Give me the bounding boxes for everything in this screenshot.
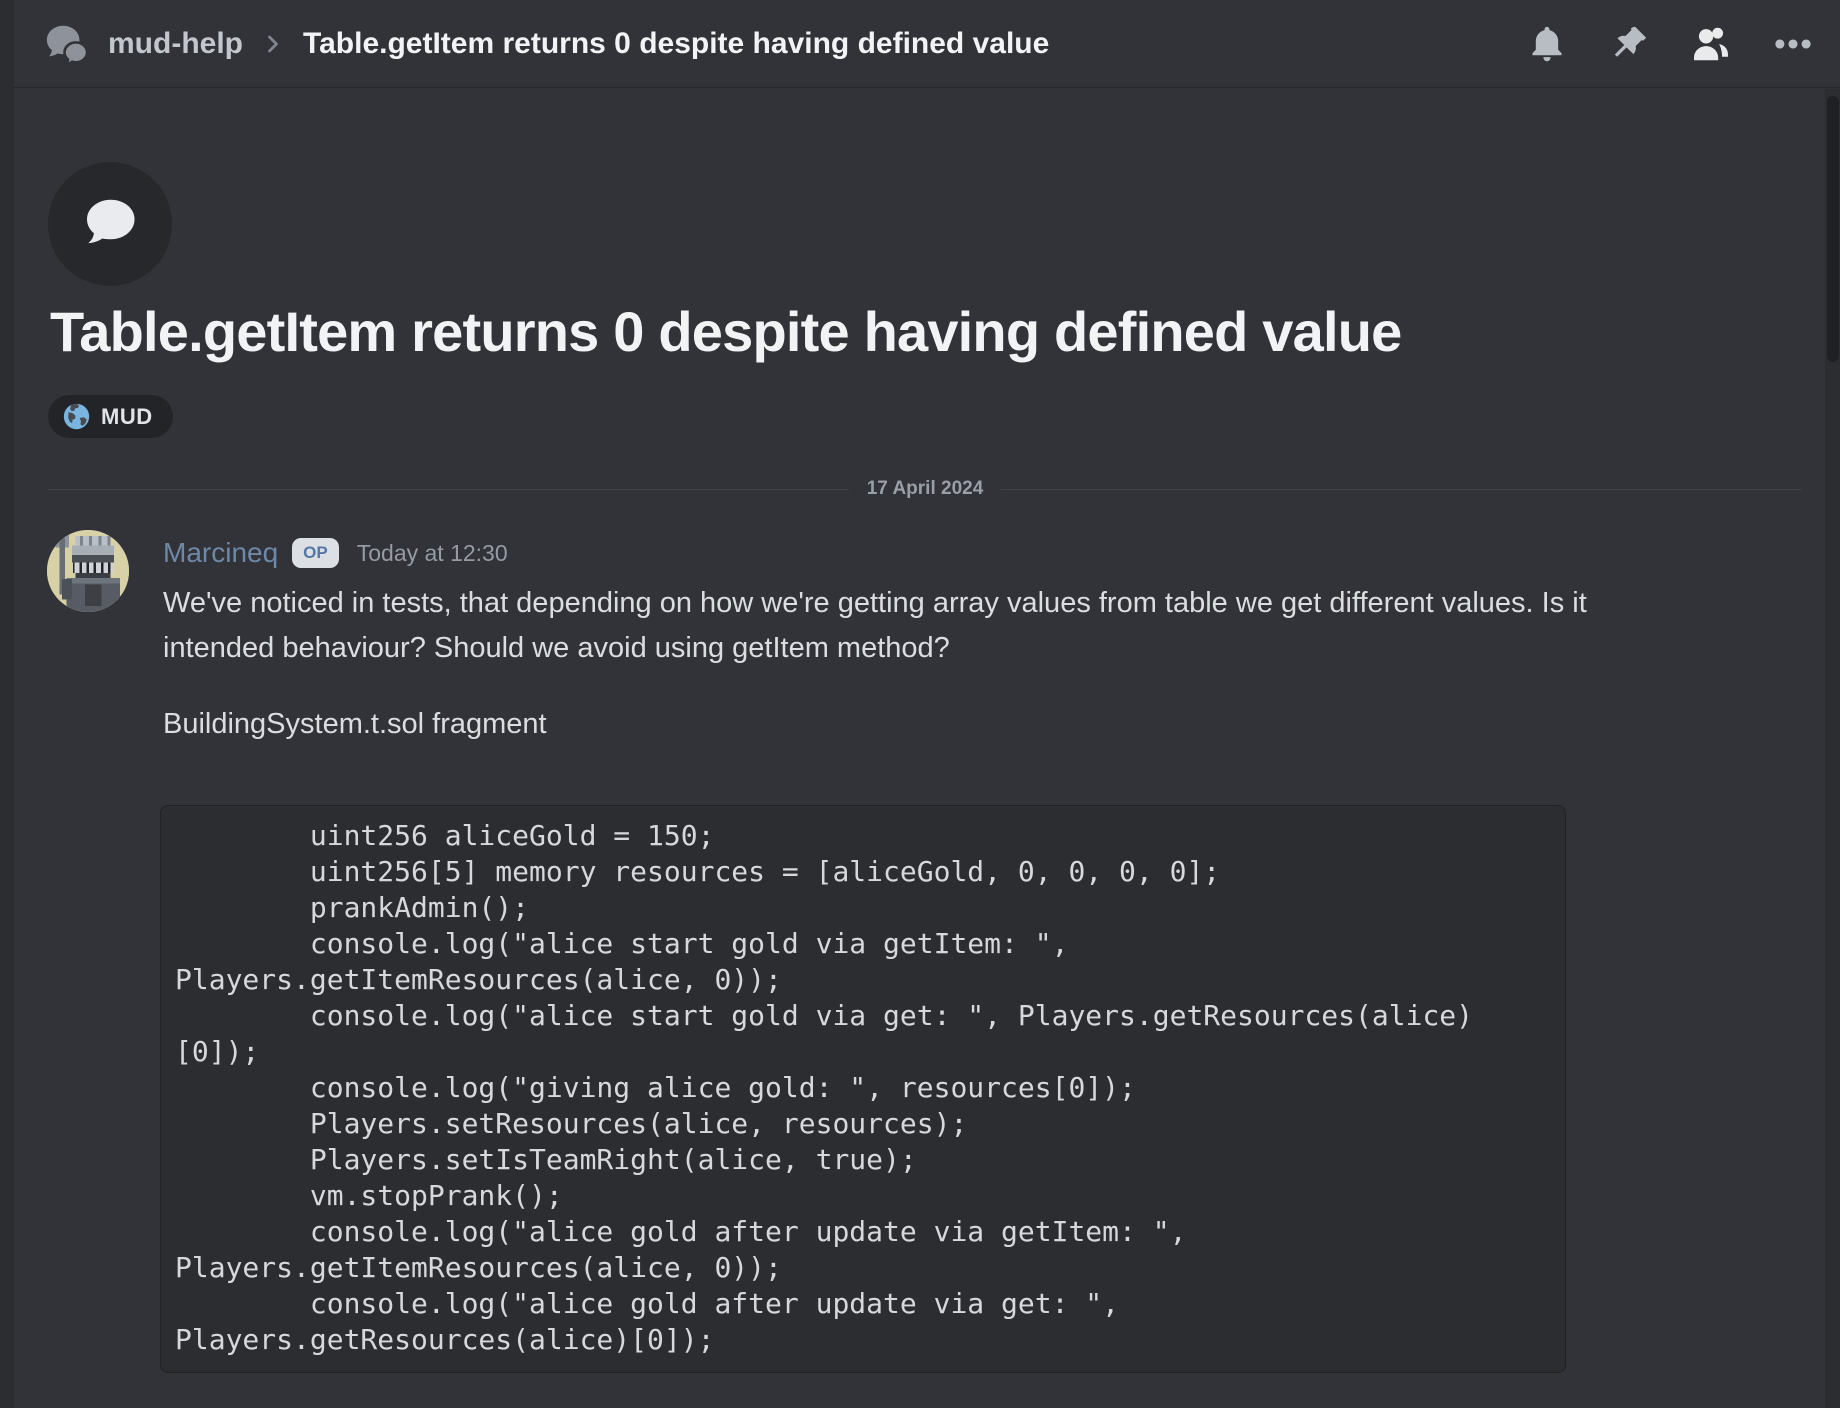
more-options-icon[interactable] bbox=[1772, 23, 1814, 65]
pixel-knight-avatar-image bbox=[47, 530, 129, 612]
message-header: Marcineq OP Today at 12:30 bbox=[163, 536, 508, 570]
message-fragment-label: BuildingSystem.t.sol fragment bbox=[163, 702, 1693, 747]
date-divider-label: 17 April 2024 bbox=[849, 478, 1002, 500]
breadcrumb-thread-title: Table.getItem returns 0 despite having d… bbox=[303, 27, 1049, 61]
message-text: We've noticed in tests, that depending o… bbox=[163, 581, 1693, 671]
code-content: uint256 aliceGold = 150; uint256[5] memo… bbox=[175, 818, 1551, 1358]
scrollbar-thumb[interactable] bbox=[1827, 96, 1839, 362]
member-list-icon[interactable] bbox=[1690, 23, 1732, 65]
chat-bubble-icon bbox=[79, 193, 141, 255]
globe-icon bbox=[62, 402, 91, 431]
post-title: Table.getItem returns 0 despite having d… bbox=[50, 298, 1770, 366]
code-block: uint256 aliceGold = 150; uint256[5] memo… bbox=[160, 805, 1566, 1373]
avatar[interactable] bbox=[47, 530, 129, 612]
forum-thread-view: mud-help Table.getItem returns 0 despite… bbox=[0, 0, 1840, 1408]
thread-header: mud-help Table.getItem returns 0 despite… bbox=[14, 0, 1840, 88]
breadcrumb-channel[interactable]: mud-help bbox=[108, 27, 243, 61]
message-timestamp: Today at 12:30 bbox=[357, 540, 508, 567]
divider-line bbox=[1001, 489, 1802, 490]
forum-tag-label: MUD bbox=[101, 404, 153, 430]
post-default-avatar bbox=[48, 162, 172, 286]
op-badge: OP bbox=[292, 538, 339, 568]
divider-line bbox=[48, 489, 849, 490]
date-divider: 17 April 2024 bbox=[48, 478, 1802, 500]
pinned-messages-icon[interactable] bbox=[1608, 23, 1650, 65]
message-author[interactable]: Marcineq bbox=[163, 537, 278, 569]
forum-channel-icon bbox=[44, 21, 90, 67]
header-actions bbox=[1526, 23, 1814, 65]
sidebar-edge bbox=[0, 0, 14, 1408]
chevron-right-icon bbox=[259, 30, 287, 58]
forum-tag-mud: MUD bbox=[48, 395, 173, 438]
notifications-bell-icon[interactable] bbox=[1526, 23, 1568, 65]
